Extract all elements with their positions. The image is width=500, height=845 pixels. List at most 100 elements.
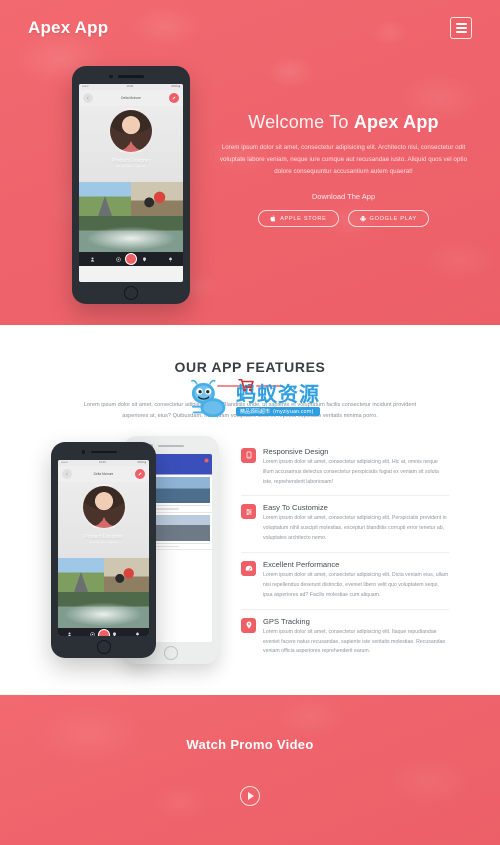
person-icon[interactable] (90, 257, 95, 262)
person-icon[interactable] (67, 632, 72, 636)
play-triangle (248, 792, 254, 801)
feature-description: Lorem ipsum dolor sit amet, consectetur … (263, 515, 447, 542)
feature-item: GPS Tracking Lorem ipsum dolor sit amet,… (241, 610, 449, 666)
phone-speaker (118, 75, 144, 78)
apple-store-button[interactable]: APPLE STORE (258, 210, 339, 228)
back-arrow-icon[interactable] (83, 93, 93, 103)
hamburger-menu-icon[interactable] (450, 17, 472, 39)
phone-photo-grid (79, 182, 183, 252)
feature-list: Responsive Design Lorem ipsum dolor sit … (241, 436, 449, 666)
feature-title: GPS Tracking (263, 616, 310, 626)
feature-item: Easy To Customize Lorem ipsum dolor sit … (241, 496, 449, 554)
apple-icon (270, 215, 276, 222)
feature-text-block: GPS Tracking Lorem ipsum dolor sit amet,… (263, 617, 449, 658)
statusbar-center: 10:00 (99, 460, 106, 464)
features-title: OUR APP FEATURES (174, 359, 326, 375)
menu-bar-3 (455, 31, 467, 33)
promo-title: Watch Promo Video (186, 737, 314, 753)
photo-thumb-waterfall (79, 216, 183, 252)
record-button[interactable] (97, 628, 110, 636)
download-label: Download The App (311, 192, 376, 202)
notification-icon[interactable] (204, 458, 209, 463)
feature-title: Easy To Customize (263, 503, 328, 513)
photo-thumb-road (79, 182, 131, 216)
photo-thumb-road (58, 557, 104, 592)
phone-app-title: Delta Mcinure (121, 96, 141, 100)
promo-video-section: Watch Promo Video (0, 695, 500, 845)
features-section: OUR APP FEATURES Lorem ipsum dolor sit a… (0, 325, 500, 696)
map-pin-icon (241, 617, 256, 633)
brand-logo[interactable]: Apex App (28, 18, 108, 38)
compass-icon[interactable] (89, 632, 95, 636)
feature-description: Lorem ipsum dolor sit amet, consectetur … (263, 572, 449, 598)
divider-dot (248, 384, 252, 388)
section-divider (217, 384, 283, 388)
feature-text-block: Easy To Customize Lorem ipsum dolor sit … (263, 503, 449, 544)
photo-thumb-motocross (131, 182, 183, 216)
menu-bar-1 (455, 23, 467, 25)
statusbar-left: ••••• ▾ (82, 84, 89, 88)
phone-home-button (96, 639, 111, 654)
back-arrow-icon[interactable] (62, 468, 72, 479)
feature-description: Lorem ipsum dolor sit amet, consectetur … (263, 458, 439, 485)
phone-app-title: Delta Mcinure (93, 471, 114, 476)
phone-profile-area: Product Designer San Francisco, Californ… (58, 481, 149, 558)
phone-speaker (158, 444, 184, 448)
phone-appbar: Delta Mcinure (79, 90, 183, 106)
statusbar-right: 100% ▮ (137, 460, 146, 464)
store-buttons: APPLE STORE GOOGLE PLAY (215, 210, 472, 228)
hero-title-bold: Apex App (353, 112, 439, 132)
play-icon[interactable] (240, 786, 260, 807)
speedometer-icon (241, 561, 256, 577)
phone-camera-icon (81, 450, 85, 454)
features-phone-mockups: ••••• ▾ 10:00 100% ▮ Delta Mcinure Produ… (51, 435, 241, 664)
profile-name: Product Designer (84, 533, 123, 540)
phone-photo-grid (58, 557, 149, 628)
compass-icon[interactable] (115, 256, 121, 262)
hero-paragraph: Lorem ipsum dolor sit amet, consectetur … (219, 144, 468, 176)
profile-subtitle: San Francisco, California (116, 165, 146, 168)
profile-name: Product Designer (111, 158, 151, 164)
feature-item: Excellent Performance Lorem ipsum dolor … (241, 553, 449, 610)
google-play-button[interactable]: GOOGLE PLAY (347, 210, 429, 228)
statusbar-right: 100% ▮ (171, 84, 180, 88)
map-pin-icon[interactable] (112, 632, 117, 636)
menu-bar-2 (455, 27, 467, 29)
hero-section: Apex App ••••• ▾ 10:00 100% ▮ Delta Mcin… (0, 0, 500, 325)
feature-description: Lorem ipsum dolor sit amet, consectetur … (263, 628, 446, 655)
phone-tabbar (58, 627, 149, 636)
bell-icon[interactable] (168, 257, 173, 262)
feature-text-block: Responsive Design Lorem ipsum dolor sit … (263, 447, 449, 488)
photo-thumb-waterfall (58, 591, 149, 628)
tablet-icon (241, 447, 256, 463)
feature-text-block: Excellent Performance Lorem ipsum dolor … (263, 560, 449, 601)
feature-phone-front: ••••• ▾ 10:00 100% ▮ Delta Mcinure Produ… (51, 441, 156, 658)
statusbar-center: 10:00 (126, 84, 134, 88)
edit-pencil-icon[interactable] (134, 468, 145, 479)
sliders-icon (241, 504, 256, 520)
divider-line-right (256, 385, 283, 387)
phone-home-button (164, 645, 178, 660)
record-button[interactable] (125, 253, 137, 265)
phone-tabbar (79, 252, 183, 266)
bell-icon[interactable] (135, 632, 140, 636)
phone-appbar: Delta Mcinure (58, 465, 149, 482)
features-body: ••••• ▾ 10:00 100% ▮ Delta Mcinure Produ… (0, 435, 500, 666)
hero-copy: Welcome To Apex App Lorem ipsum dolor si… (215, 112, 490, 228)
avatar (80, 483, 127, 530)
feed-tab-2[interactable] (171, 468, 212, 475)
phone-camera-icon (109, 74, 113, 78)
divider-line-left (217, 385, 244, 387)
android-icon (359, 216, 366, 222)
feature-title: Responsive Design (263, 446, 329, 456)
profile-subtitle: San Francisco, California (89, 540, 118, 544)
phone-screen: ••••• ▾ 10:00 100% ▮ Delta Mcinure Produ… (58, 459, 149, 636)
apple-store-label: APPLE STORE (280, 215, 327, 222)
phone-home-button (124, 286, 138, 300)
map-pin-icon[interactable] (142, 256, 147, 262)
google-play-label: GOOGLE PLAY (369, 215, 417, 222)
edit-pencil-icon[interactable] (168, 93, 179, 103)
feature-title: Excellent Performance (263, 560, 340, 570)
hero-phone-mockup: ••••• ▾ 10:00 100% ▮ Delta Mcinure Produ… (72, 66, 190, 304)
hero-title: Welcome To Apex App (215, 112, 472, 133)
